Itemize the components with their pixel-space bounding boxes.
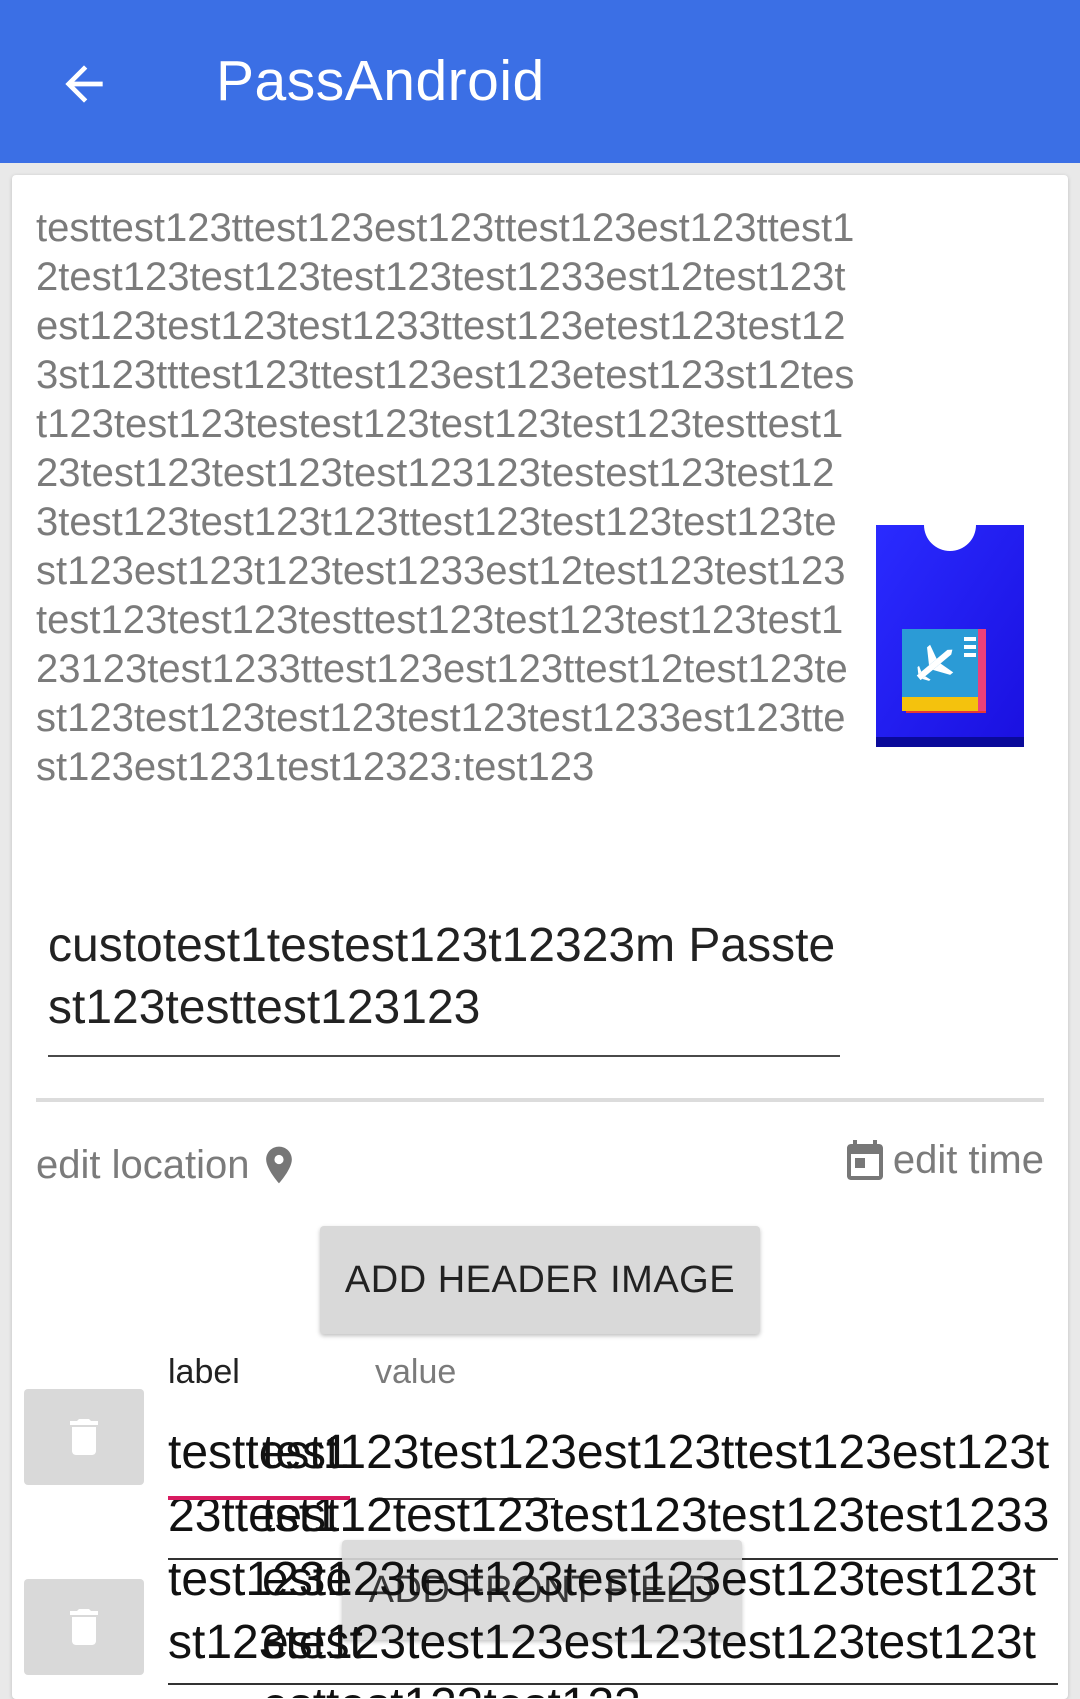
- app-title: PassAndroid: [216, 49, 545, 113]
- divider: [36, 1098, 1044, 1102]
- app-bar: PassAndroid: [0, 0, 1080, 163]
- value-column-header: value: [375, 1353, 457, 1391]
- pass-name-input[interactable]: custotest1testest123t12323m Passtest123t…: [48, 915, 840, 1057]
- value-underline: [168, 1683, 1058, 1685]
- field-value-input[interactable]: est123test123test123est123test123test123…: [262, 1548, 1062, 1698]
- edit-time-label: edit time: [892, 1137, 1044, 1182]
- pass-name-text: custotest1testest123t12323m Passtest123t…: [48, 919, 836, 1034]
- pass-description: testtest123ttest123est123ttest123est123t…: [36, 206, 855, 789]
- label-column-header: label: [168, 1353, 240, 1391]
- delete-field-button[interactable]: [24, 1579, 144, 1675]
- edit-time-button[interactable]: edit time: [841, 1130, 1044, 1190]
- edit-location-button[interactable]: edit location: [36, 1135, 301, 1195]
- add-header-image-button[interactable]: ADD HEADER IMAGE: [320, 1226, 760, 1334]
- edit-location-label: edit location: [36, 1142, 250, 1187]
- back-button[interactable]: [44, 44, 124, 124]
- calendar-icon: [846, 1140, 883, 1180]
- trash-icon: [70, 1609, 98, 1645]
- boarding-pass-icon: [876, 525, 1024, 747]
- pass-edit-card: testtest123ttest123est123ttest123est123t…: [12, 175, 1068, 1699]
- trash-icon: [70, 1419, 98, 1455]
- delete-field-button[interactable]: [24, 1389, 144, 1485]
- arrow-left-icon: [65, 65, 103, 103]
- field-value-input[interactable]: test123test123est123ttest123est123ttest1…: [262, 1421, 1062, 1547]
- pass-icon-button[interactable]: [876, 525, 1024, 747]
- map-pin-icon: [266, 1146, 293, 1184]
